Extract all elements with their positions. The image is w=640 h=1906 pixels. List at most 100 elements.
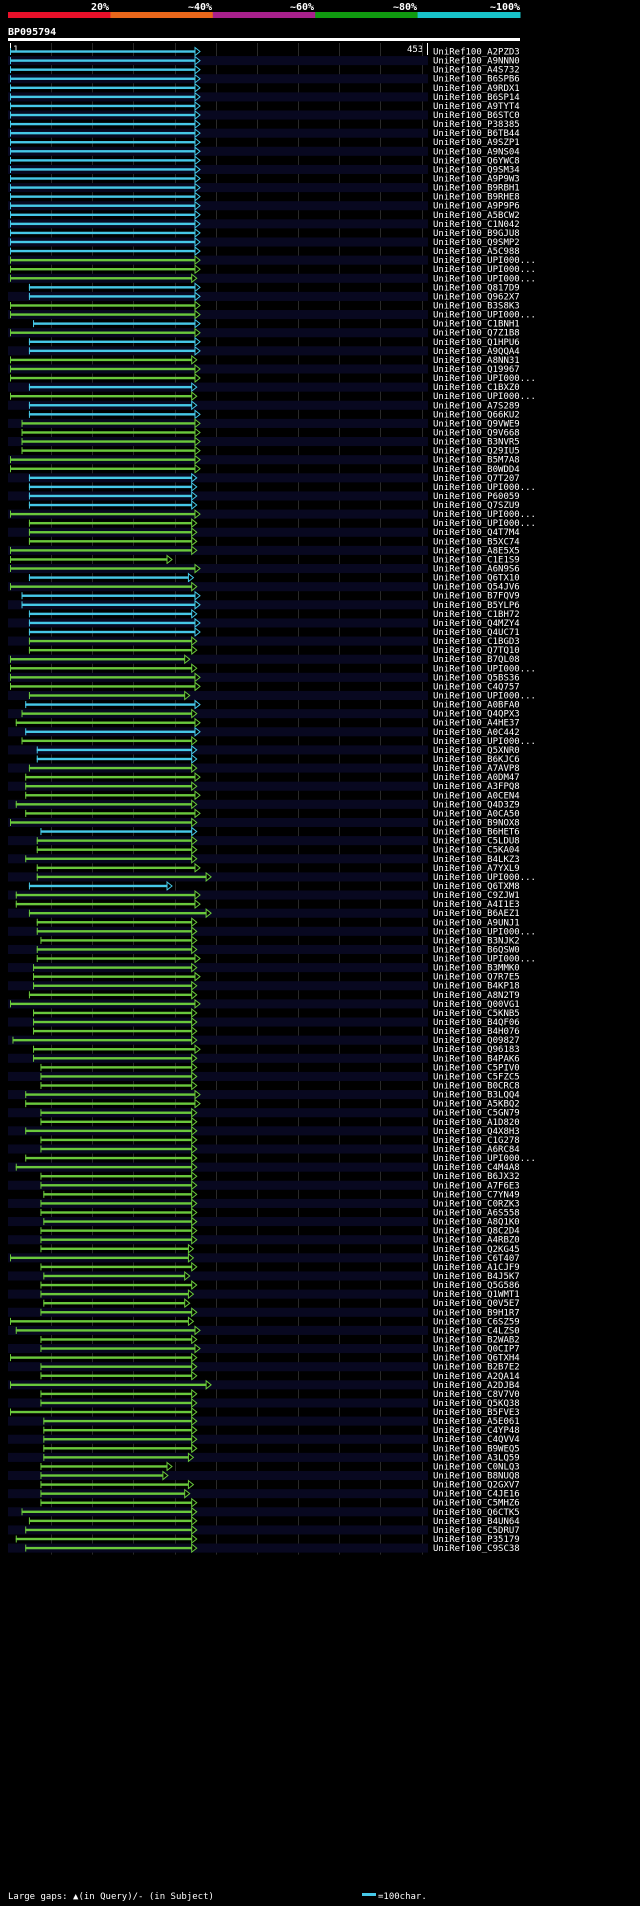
hit-bar — [10, 667, 193, 670]
hit-end-arrow — [194, 1044, 201, 1055]
hit-bar — [28, 295, 197, 298]
hit-bar — [15, 902, 196, 906]
hit-bar — [40, 1211, 193, 1214]
hit-bar — [36, 930, 193, 933]
hit-end-arrow — [191, 989, 198, 1000]
hit-bar — [25, 775, 197, 779]
query-start-label: 1 — [13, 45, 18, 55]
hit-bar — [10, 113, 196, 117]
legend-footer: Large gaps: ▲(in Query)/- (in Subject) =… — [8, 1892, 427, 1902]
hit-bar — [15, 893, 196, 897]
hit-end-arrow — [191, 1352, 198, 1363]
scale-legend-swatch — [362, 1893, 376, 1896]
hit-bar — [10, 512, 196, 516]
hit-end-arrow — [191, 1515, 198, 1526]
hit-end-arrow — [187, 1479, 195, 1490]
hit-bar — [40, 1066, 193, 1069]
hit-bar — [10, 1320, 190, 1323]
hit-bar — [28, 766, 193, 770]
hit-bar — [10, 458, 196, 461]
hit-bar — [28, 286, 197, 289]
hit-end-arrow — [191, 1280, 198, 1291]
hit-end-arrow — [191, 1443, 198, 1454]
hit-end-arrow — [191, 1533, 198, 1545]
hit-end-arrow — [191, 1080, 198, 1091]
hit-bar — [40, 1365, 193, 1368]
hit-bar — [10, 658, 186, 661]
hit-bar — [43, 1438, 193, 1441]
hit-bar — [33, 1048, 196, 1051]
hit-bar — [10, 331, 196, 334]
hit-bar — [40, 1175, 193, 1178]
hit-bar — [10, 86, 196, 90]
hit-bar — [10, 258, 196, 262]
hit-bar — [43, 1220, 193, 1223]
hit-end-arrow — [191, 518, 198, 529]
hit-end-arrow — [194, 808, 201, 819]
hit-bar — [36, 757, 193, 761]
hit-bar — [43, 1419, 193, 1423]
hit-bar — [36, 921, 193, 924]
hit-bar — [28, 1519, 193, 1523]
hit-bar — [10, 122, 196, 126]
hit-bar — [40, 830, 193, 833]
hit-bar — [36, 866, 196, 870]
hit-end-arrow — [194, 227, 201, 238]
hit-bar — [21, 594, 196, 597]
hit-bar — [10, 558, 169, 561]
hit-bar — [25, 1129, 193, 1133]
hit-rows: UniRef100_A2PZD3UniRef100_A9NNN0UniRef10… — [8, 46, 536, 1554]
hit-bar — [21, 603, 196, 607]
hit-bar — [40, 1492, 186, 1495]
hit-bar — [40, 1474, 164, 1477]
hit-bar — [36, 948, 193, 951]
hit-end-arrow — [191, 1497, 198, 1508]
hit-bar — [12, 1038, 193, 1042]
hit-bar — [10, 204, 196, 207]
hit-end-arrow — [191, 1116, 198, 1127]
hit-end-arrow — [194, 699, 201, 710]
hit-bar — [21, 1510, 193, 1514]
hit-end-arrow — [194, 173, 201, 184]
hit-end-arrow — [191, 645, 198, 656]
hit-bar — [40, 1138, 193, 1142]
hit-bar — [21, 431, 196, 434]
hit-bar — [28, 884, 169, 888]
hit-bar — [25, 1093, 197, 1096]
hit-end-arrow — [191, 753, 198, 765]
hit-bar — [10, 358, 193, 362]
hit-bar — [40, 1338, 193, 1341]
hit-bar — [10, 1356, 193, 1359]
hit-end-arrow — [194, 862, 201, 873]
hit-bar — [28, 612, 193, 616]
hit-bar — [40, 1247, 190, 1250]
hit-bar — [25, 1546, 193, 1550]
hit-bar — [28, 340, 197, 343]
hit-bar — [10, 549, 193, 552]
hit-end-arrow — [191, 481, 198, 492]
hit-bar — [28, 521, 193, 525]
hit-bar — [33, 966, 193, 969]
hit-bar — [15, 1537, 193, 1541]
hit-bar — [40, 1292, 190, 1296]
hit-label[interactable]: UniRef100_C9SC38 — [433, 1544, 520, 1554]
hit-bar — [28, 413, 197, 416]
hit-end-arrow — [194, 209, 201, 220]
hit-end-arrow — [194, 445, 201, 456]
hit-end-arrow — [166, 880, 173, 892]
hit-bar — [43, 1456, 190, 1459]
hit-end-arrow — [191, 826, 198, 837]
hit-bar — [40, 1283, 193, 1287]
hit-bar — [10, 168, 196, 171]
hit-bar — [10, 676, 196, 679]
hit-bar — [40, 1311, 193, 1314]
hit-bar — [40, 939, 193, 942]
hit-end-arrow — [191, 1171, 198, 1182]
hit-bar — [40, 1401, 193, 1405]
hit-end-arrow — [194, 82, 201, 93]
hit-end-arrow — [191, 735, 198, 746]
hit-bar — [33, 1029, 193, 1033]
hit-bar — [10, 367, 196, 371]
hit-bar — [10, 50, 196, 53]
hit-end-arrow — [166, 554, 173, 565]
